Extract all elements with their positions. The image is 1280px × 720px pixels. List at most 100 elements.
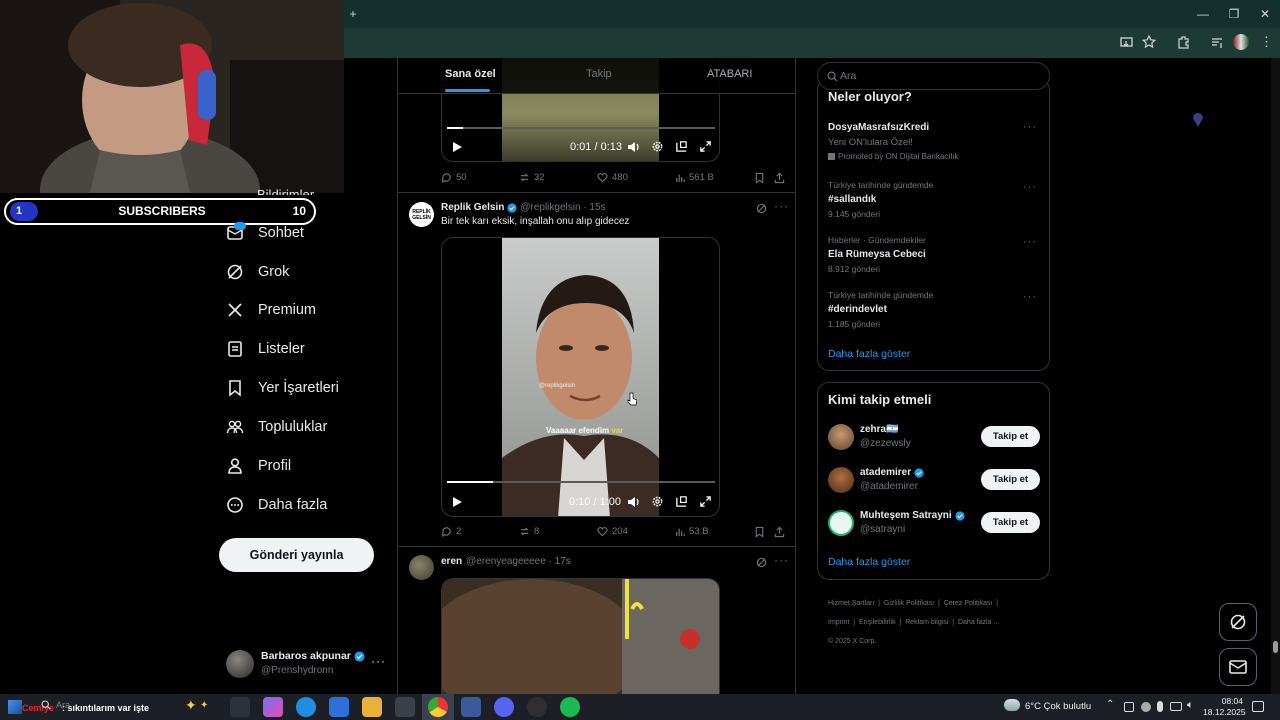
spotify-icon[interactable] xyxy=(560,697,580,717)
post-author-name[interactable]: Replik Gelsin xyxy=(441,202,504,213)
profile-avatar[interactable] xyxy=(1233,34,1249,50)
edge-icon[interactable] xyxy=(296,697,316,717)
user-handle[interactable]: @satrayni xyxy=(860,524,905,535)
play-icon[interactable] xyxy=(451,496,463,508)
footer-link[interactable]: Daha fazla ... xyxy=(958,619,999,626)
trend-more-icon[interactable]: ··· xyxy=(1023,291,1037,303)
volume-icon[interactable] xyxy=(627,140,641,154)
user-name[interactable]: atademirer xyxy=(860,467,911,478)
footer-link[interactable]: Gizlilik Politikası xyxy=(884,600,934,607)
speaker-icon[interactable]: 🔈︎ xyxy=(1187,699,1194,712)
footer-link[interactable]: İmprint xyxy=(828,619,849,626)
grok-icon[interactable] xyxy=(756,203,767,214)
fullscreen-icon[interactable] xyxy=(699,140,712,153)
trends-show-more-link[interactable]: Daha fazla göster xyxy=(828,348,910,360)
obs-icon[interactable] xyxy=(527,697,547,717)
nav-item-profile[interactable]: Profil xyxy=(224,446,291,485)
search-input[interactable]: Ara xyxy=(840,70,856,82)
user-handle[interactable]: @zezewsly xyxy=(860,438,911,449)
post-more-icon[interactable]: ··· xyxy=(774,199,789,213)
repost-button-1[interactable]: 8 xyxy=(519,526,539,537)
settings-gear-icon[interactable] xyxy=(651,495,664,508)
account-more-icon[interactable]: ··· xyxy=(371,654,386,668)
like-button-0[interactable]: 480 xyxy=(597,172,628,183)
network-icon[interactable] xyxy=(1170,702,1182,711)
fullscreen-icon[interactable] xyxy=(699,495,712,508)
tab-for-you[interactable]: Sana özel xyxy=(445,68,496,80)
trend-more-icon[interactable]: ··· xyxy=(1023,181,1037,193)
mail-app-icon[interactable] xyxy=(329,697,349,717)
grok-fab[interactable] xyxy=(1219,603,1257,641)
minimize-button[interactable]: — xyxy=(1188,0,1218,28)
trend-item-1[interactable]: Haberler · Gündemdekiler Ela Rümeysa Ceb… xyxy=(828,235,926,274)
nav-item-notifications-partial[interactable]: Bildirimler xyxy=(257,187,314,195)
nav-item-communities[interactable]: Topluluklar xyxy=(224,407,327,446)
bookmark-icon[interactable] xyxy=(754,526,765,538)
footer-link[interactable]: Hizmet Şartları xyxy=(828,600,874,607)
start-button[interactable] xyxy=(8,700,22,714)
nav-item-chat[interactable]: Sohbet xyxy=(224,213,304,252)
pip-icon[interactable] xyxy=(675,140,688,153)
promoted-trend[interactable]: DosyaMasrafsızKredi Yeni ON'lulara Özel!… xyxy=(828,122,959,161)
post-author-handle[interactable]: @erenyeageeeee · 17s xyxy=(466,556,571,567)
post-more-icon[interactable]: ··· xyxy=(774,553,789,567)
user-name[interactable]: Muhteşem Satrayni xyxy=(860,510,952,521)
trend-more-icon[interactable]: ··· xyxy=(1023,121,1037,133)
user-avatar[interactable] xyxy=(828,424,854,450)
discord-icon[interactable] xyxy=(494,697,514,717)
notifications-icon[interactable] xyxy=(1252,701,1264,712)
follow-button[interactable]: Takip et xyxy=(981,426,1040,447)
nav-item-more[interactable]: Daha fazla xyxy=(224,485,327,524)
file-explorer-icon[interactable] xyxy=(362,697,382,717)
post-author-handle[interactable]: @replikgelsin · 15s xyxy=(520,202,605,213)
tab-following[interactable]: Takip xyxy=(586,68,612,80)
taskbar-search-input[interactable]: Ara xyxy=(56,700,70,710)
user-name[interactable]: zehra🇦🇷 xyxy=(860,424,899,435)
install-app-icon[interactable] xyxy=(1120,36,1134,50)
play-icon[interactable] xyxy=(451,141,463,153)
task-view-icon[interactable] xyxy=(230,697,250,717)
user-avatar[interactable] xyxy=(828,467,854,493)
views-button-1[interactable]: 53 B xyxy=(675,526,709,537)
views-button-0[interactable]: 561 B xyxy=(675,172,714,183)
account-switcher[interactable]: Barbaros akpunar @Prenshydronn ··· xyxy=(226,648,386,682)
media-control-icon[interactable] xyxy=(1210,35,1224,49)
like-button-1[interactable]: 204 xyxy=(597,526,628,537)
search-box[interactable]: Ara xyxy=(817,62,1050,90)
video-player-2[interactable] xyxy=(441,578,720,694)
copilot-icon[interactable] xyxy=(263,697,283,717)
search-icon[interactable] xyxy=(41,700,51,710)
video-player-1[interactable]: @replikgelsin Vaaaaar efendim var 0:10 /… xyxy=(441,237,720,517)
nav-item-lists[interactable]: Listeler xyxy=(224,329,305,368)
pip-icon[interactable] xyxy=(675,495,688,508)
extensions-icon[interactable] xyxy=(1176,35,1190,49)
post-author-name[interactable]: eren xyxy=(441,556,462,567)
follow-button[interactable]: Takip et xyxy=(981,512,1040,533)
weather-text[interactable]: 6°C Çok bulutlu xyxy=(1025,701,1091,712)
video-progress-track-0[interactable] xyxy=(447,127,715,129)
bookmark-star-icon[interactable] xyxy=(1142,35,1156,49)
settings-gear-icon[interactable] xyxy=(651,140,664,153)
nav-item-grok[interactable]: Grok xyxy=(224,252,289,291)
footer-link[interactable]: Reklam bilgisi xyxy=(905,619,948,626)
tray-cloud-icon[interactable] xyxy=(1141,702,1151,712)
trend-item-0[interactable]: Türkiye tarihinde gündemde #sallandık 9.… xyxy=(828,180,933,219)
settings-app-icon[interactable] xyxy=(461,697,481,717)
chrome-icon[interactable] xyxy=(428,697,448,717)
xbox-icon[interactable] xyxy=(395,697,415,717)
user-avatar[interactable] xyxy=(828,510,854,536)
nav-item-bookmarks[interactable]: Yer İşaretleri xyxy=(224,368,339,407)
microphone-icon[interactable] xyxy=(1157,701,1163,712)
volume-icon[interactable] xyxy=(627,495,641,509)
browser-menu-icon[interactable]: ⋮ xyxy=(1260,34,1273,50)
grok-icon[interactable] xyxy=(756,557,767,568)
share-icon[interactable] xyxy=(774,172,785,184)
bookmark-icon[interactable] xyxy=(754,172,765,184)
post-button[interactable]: Gönderi yayınla xyxy=(219,538,374,572)
follow-button[interactable]: Takip et xyxy=(981,469,1040,490)
footer-link[interactable]: Erişilebilirlik xyxy=(859,619,896,626)
post-avatar-replikgelsin[interactable]: REPLİK GELSİN xyxy=(409,202,434,227)
tray-app-icon[interactable] xyxy=(1124,702,1134,712)
trend-more-icon[interactable]: ··· xyxy=(1023,236,1037,248)
restore-button[interactable]: ❐ xyxy=(1219,0,1249,28)
